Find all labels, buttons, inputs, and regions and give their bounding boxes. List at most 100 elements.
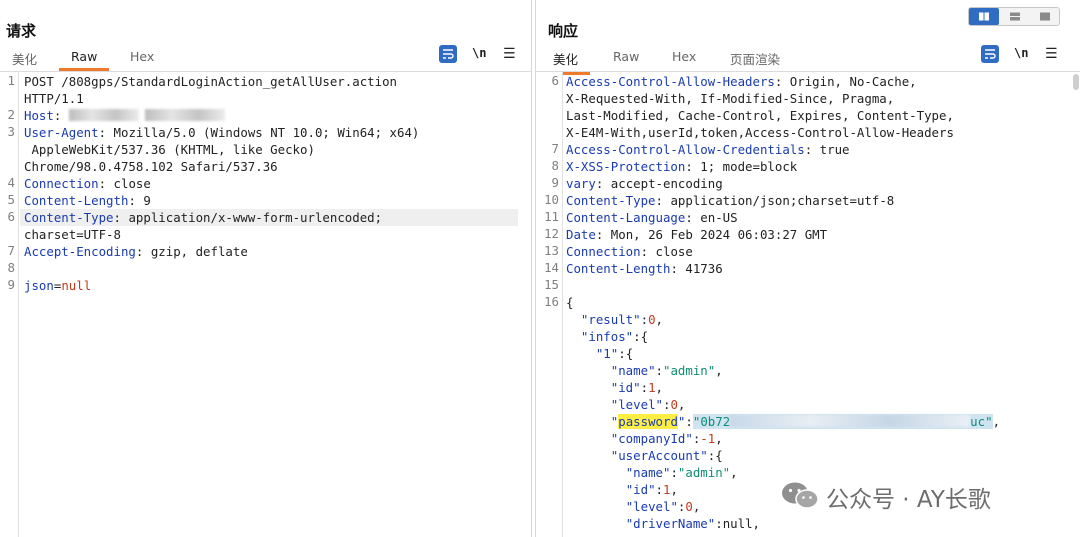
tab-raw[interactable]: Raw	[613, 49, 639, 64]
json-password: "password":"0b72 uc",	[610, 414, 1001, 429]
header-value: 41736	[677, 261, 723, 276]
line-number: 1	[7, 73, 15, 88]
wrap-lines-icon[interactable]	[981, 45, 999, 63]
header-value: gzip, deflate	[143, 244, 248, 259]
line-number: 11	[544, 209, 559, 224]
json-ua-id: "id":1,	[625, 482, 678, 497]
header-content-length: Content-Length: 9	[24, 193, 151, 208]
line-number: 13	[544, 243, 559, 258]
header-value: Mozilla/5.0 (Windows NT 10.0; Win64; x64…	[106, 125, 420, 140]
header-key: Access-Control-Allow-Credentials	[566, 142, 805, 157]
line-number: 7	[551, 141, 559, 156]
header-key: Content-Type	[566, 193, 656, 208]
json-id: "id":1,	[610, 380, 664, 395]
header-xss: X-XSS-Protection: 1; mode=block	[566, 159, 798, 174]
request-title: 请求	[6, 22, 37, 40]
json-result: "result":0,	[580, 312, 664, 327]
menu-icon[interactable]: ☰	[1045, 46, 1058, 62]
json-company-id: "companyId":-1,	[610, 431, 723, 446]
header-key: Connection	[24, 176, 99, 191]
header-connection: Connection: close	[566, 244, 693, 259]
tab-hex[interactable]: Hex	[672, 49, 696, 64]
header-acac: Access-Control-Allow-Credentials: true	[566, 142, 850, 157]
tab-raw[interactable]: Raw	[58, 49, 110, 71]
password-value-prefix: "0b72	[692, 414, 731, 429]
header-key: Content-Length	[24, 193, 129, 208]
header-key: Content-Language	[566, 210, 686, 225]
menu-icon[interactable]: ☰	[503, 46, 516, 62]
line-number: 6	[551, 73, 559, 88]
json-infos: "infos":{	[580, 329, 649, 344]
header-value: 1; mode=block	[692, 159, 798, 174]
header-key: Connection	[566, 244, 641, 259]
header-value-cont: X-E4M-With,userId,token,Access-Control-A…	[566, 125, 954, 140]
line-number: 7	[7, 243, 15, 258]
layout-single-icon[interactable]	[1030, 8, 1060, 25]
header-date: Date: Mon, 26 Feb 2024 06:03:27 GMT	[566, 227, 828, 242]
header-value: Origin, No-Cache,	[782, 74, 917, 89]
header-key: X-XSS-Protection	[566, 159, 686, 174]
line-number: 12	[544, 226, 559, 241]
header-key: vary	[566, 176, 596, 191]
json-ua-level: "level":0,	[625, 499, 701, 514]
tab-render[interactable]: 页面渲染	[730, 49, 780, 68]
request-line: POST /808gps/StandardLoginAction_getAllU…	[24, 74, 397, 89]
tab-pretty[interactable]: 美化	[540, 49, 591, 75]
password-highlight: password	[618, 414, 678, 429]
line-number: 4	[7, 175, 15, 190]
response-title: 响应	[548, 22, 579, 40]
header-user-agent: User-Agent: Mozilla/5.0 (Windows NT 10.0…	[24, 125, 420, 140]
json-name: "name":"admin",	[610, 363, 723, 378]
layout-stacked-icon[interactable]	[1000, 8, 1030, 25]
response-scrollbar[interactable]	[1071, 72, 1080, 537]
header-key: Access-Control-Allow-Headers	[566, 74, 775, 89]
line-number: 8	[551, 158, 559, 173]
header-content-length: Content-Length: 41736	[566, 261, 723, 276]
header-key: Content-Length	[566, 261, 671, 276]
line-number: 14	[544, 260, 559, 275]
header-value: en-US	[692, 210, 738, 225]
header-key: Host	[24, 108, 54, 123]
line-number: 3	[7, 124, 15, 139]
json-user-account: "userAccount":{	[610, 448, 723, 463]
password-value-suffix: uc"	[970, 414, 993, 429]
json-infos-1: "1":{	[595, 346, 634, 361]
header-value-cont: X-Requested-With, If-Modified-Since, Pra…	[566, 91, 895, 106]
wrap-lines-icon[interactable]	[439, 45, 457, 63]
param-value: null	[61, 278, 92, 293]
header-value: close	[648, 244, 693, 259]
header-content-type: Content-Type: application/x-www-form-url…	[24, 210, 383, 225]
header-value-cont: charset=UTF-8	[24, 227, 121, 242]
json-open-brace: {	[566, 295, 574, 310]
request-pane: 请求 美化 Raw Hex \n ☰ 1 2 3 4 5 6 7 8 9 POS…	[0, 0, 532, 537]
line-number: 15	[544, 277, 559, 292]
header-value: close	[106, 176, 151, 191]
layout-side-by-side-icon[interactable]	[969, 8, 999, 25]
watermark-text: 公众号 · AY长歌	[826, 487, 991, 513]
tab-pretty[interactable]: 美化	[12, 49, 37, 68]
header-key: User-Agent	[24, 125, 99, 140]
header-value: true	[812, 142, 850, 157]
line-number: 16	[544, 294, 559, 309]
header-vary: vary: accept-encoding	[566, 176, 723, 191]
response-editor[interactable]: 6 7 8 9 10 11 12 13 14 15 16 Access-Cont…	[536, 71, 1080, 537]
newline-toggle-icon[interactable]: \n	[472, 46, 486, 60]
header-key: Accept-Encoding	[24, 244, 136, 259]
newline-toggle-icon[interactable]: \n	[1014, 46, 1028, 60]
header-value-cont: AppleWebKit/537.36 (KHTML, like Gecko)	[24, 142, 315, 157]
layout-switcher	[968, 7, 1060, 26]
line-number: 9	[7, 277, 15, 292]
request-editor[interactable]: 1 2 3 4 5 6 7 8 9 POST /808gps/StandardL…	[0, 71, 531, 537]
header-value-cont: Last-Modified, Cache-Control, Expires, C…	[566, 108, 954, 123]
header-key: Content-Type	[24, 210, 114, 225]
line-number: 6	[7, 209, 15, 224]
scrollbar-thumb[interactable]	[1073, 74, 1079, 90]
line-number: 2	[7, 107, 15, 122]
request-toolbar: \n ☰	[439, 45, 529, 65]
line-number-gutter	[0, 72, 19, 537]
header-connection: Connection: close	[24, 176, 151, 191]
header-key: Date	[566, 227, 596, 242]
redacted-password	[730, 415, 971, 427]
tab-hex[interactable]: Hex	[130, 49, 154, 64]
redacted-host	[68, 109, 139, 121]
